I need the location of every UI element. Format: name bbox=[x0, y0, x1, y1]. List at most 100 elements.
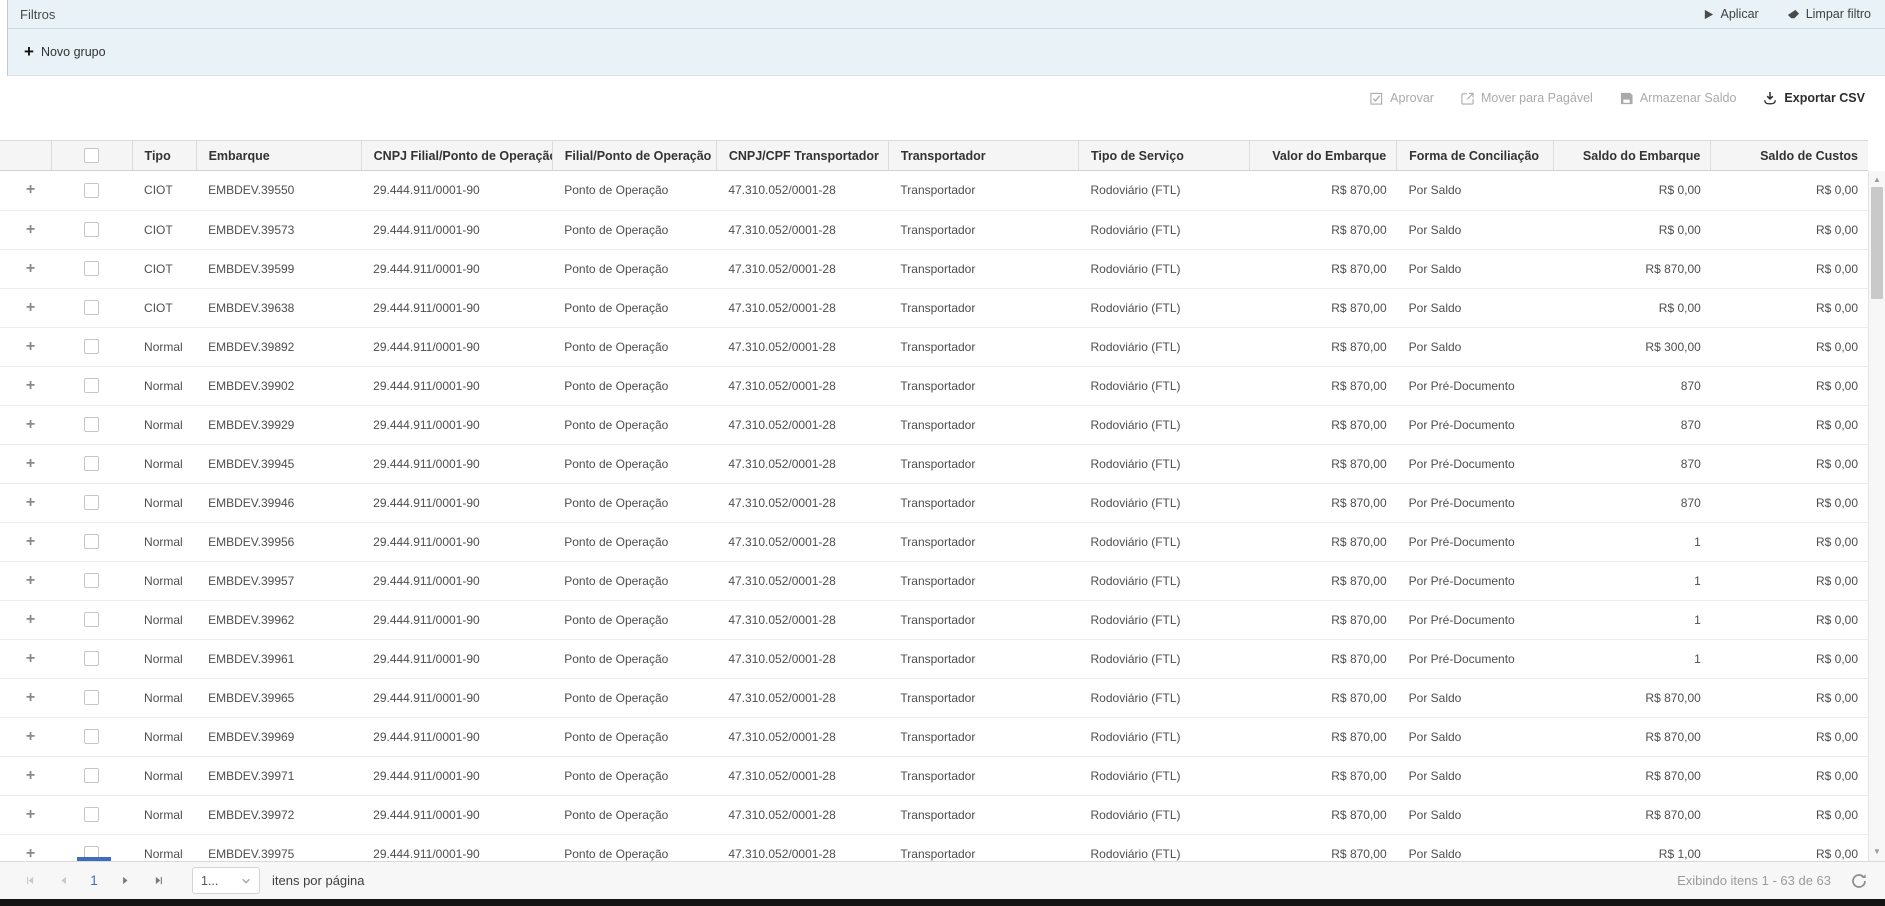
cell-forma-conciliacao: Por Saldo bbox=[1397, 327, 1554, 366]
cell-valor: R$ 870,00 bbox=[1250, 639, 1397, 678]
expand-row-icon[interactable]: + bbox=[26, 807, 35, 823]
column-header-saldo-custos[interactable]: Saldo de Custos bbox=[1711, 141, 1868, 171]
previous-page-button[interactable] bbox=[51, 869, 75, 893]
cell-cnpj-transportador: 47.310.052/0001-28 bbox=[716, 171, 888, 210]
clear-filter-button[interactable]: Limpar filtro bbox=[1787, 7, 1871, 21]
cell-saldo-embarque: R$ 870,00 bbox=[1554, 756, 1711, 795]
approve-button[interactable]: Aprovar bbox=[1370, 91, 1434, 105]
next-page-button[interactable] bbox=[113, 869, 137, 893]
approve-label: Aprovar bbox=[1390, 91, 1434, 105]
column-header-saldo-embarque[interactable]: Saldo do Embarque bbox=[1554, 141, 1711, 171]
expand-row-icon[interactable]: + bbox=[26, 690, 35, 706]
expand-row-icon[interactable]: + bbox=[26, 651, 35, 667]
column-header-tipo[interactable]: Tipo bbox=[132, 141, 196, 171]
cell-saldo-embarque: R$ 0,00 bbox=[1554, 288, 1711, 327]
expand-row-icon[interactable]: + bbox=[26, 846, 35, 862]
apply-filter-label: Aplicar bbox=[1720, 7, 1758, 21]
expand-row-icon[interactable]: + bbox=[26, 573, 35, 589]
move-to-payable-button[interactable]: Mover para Pagável bbox=[1461, 91, 1593, 105]
expand-row-icon[interactable]: + bbox=[26, 495, 35, 511]
column-header-embarque[interactable]: Embarque bbox=[196, 141, 361, 171]
table-row: + Normal EMBDEV.39957 29.444.911/0001-90… bbox=[0, 561, 1868, 600]
cell-filial: Ponto de Operação bbox=[552, 717, 716, 756]
header-checkbox-cell bbox=[51, 141, 132, 171]
row-checkbox[interactable] bbox=[84, 339, 99, 354]
column-header-transportador[interactable]: Transportador bbox=[888, 141, 1078, 171]
cell-embarque: EMBDEV.39972 bbox=[196, 795, 361, 834]
row-checkbox[interactable] bbox=[84, 573, 99, 588]
row-checkbox[interactable] bbox=[84, 495, 99, 510]
cell-saldo-custos: R$ 0,00 bbox=[1711, 678, 1868, 717]
new-group-button[interactable]: + Novo grupo bbox=[24, 45, 106, 60]
move-to-payable-label: Mover para Pagável bbox=[1481, 91, 1593, 105]
cell-saldo-embarque: 870 bbox=[1554, 483, 1711, 522]
cell-tipo: Normal bbox=[132, 756, 196, 795]
cell-filial: Ponto de Operação bbox=[552, 171, 716, 210]
column-header-forma-conciliacao[interactable]: Forma de Conciliação bbox=[1397, 141, 1554, 171]
row-checkbox[interactable] bbox=[84, 261, 99, 276]
cell-tipo: CIOT bbox=[132, 288, 196, 327]
grid-body: + CIOT EMBDEV.39550 29.444.911/0001-90 P… bbox=[0, 171, 1885, 861]
row-checkbox[interactable] bbox=[84, 222, 99, 237]
cell-transportador: Transportador bbox=[888, 444, 1078, 483]
row-checkbox[interactable] bbox=[84, 612, 99, 627]
cell-filial: Ponto de Operação bbox=[552, 444, 716, 483]
table-row: + Normal EMBDEV.39929 29.444.911/0001-90… bbox=[0, 405, 1868, 444]
expand-row-icon[interactable]: + bbox=[26, 339, 35, 355]
expand-row-icon[interactable]: + bbox=[26, 300, 35, 316]
apply-filter-button[interactable]: Aplicar bbox=[1703, 7, 1758, 21]
row-checkbox[interactable] bbox=[84, 534, 99, 549]
page-size-select[interactable]: 1... bbox=[192, 867, 260, 894]
cell-forma-conciliacao: Por Saldo bbox=[1397, 171, 1554, 210]
expand-row-icon[interactable]: + bbox=[26, 417, 35, 433]
refresh-icon[interactable] bbox=[1851, 873, 1867, 889]
expand-row-icon[interactable]: + bbox=[26, 534, 35, 550]
expand-row-icon[interactable]: + bbox=[26, 222, 35, 238]
vertical-scrollbar[interactable]: ▲ ▼ bbox=[1868, 171, 1885, 861]
column-header-cnpj-filial[interactable]: CNPJ Filial/Ponto de Operação bbox=[361, 141, 552, 171]
cell-cnpj-transportador: 47.310.052/0001-28 bbox=[716, 444, 888, 483]
cell-saldo-embarque: R$ 870,00 bbox=[1554, 795, 1711, 834]
expand-row-icon[interactable]: + bbox=[26, 182, 35, 198]
last-page-button[interactable] bbox=[147, 869, 171, 893]
page-number-current[interactable]: 1 bbox=[80, 873, 108, 888]
cell-tipo: CIOT bbox=[132, 249, 196, 288]
cell-forma-conciliacao: Por Pré-Documento bbox=[1397, 522, 1554, 561]
column-header-filial[interactable]: Filial/Ponto de Operação bbox=[552, 141, 716, 171]
first-page-button[interactable] bbox=[17, 869, 41, 893]
row-checkbox[interactable] bbox=[84, 456, 99, 471]
scroll-up-icon[interactable]: ▲ bbox=[1869, 174, 1885, 186]
cell-saldo-custos: R$ 0,00 bbox=[1711, 366, 1868, 405]
cell-cnpj-filial: 29.444.911/0001-90 bbox=[361, 210, 552, 249]
cell-filial: Ponto de Operação bbox=[552, 522, 716, 561]
column-header-cnpj-transportador[interactable]: CNPJ/CPF Transportador bbox=[716, 141, 888, 171]
filters-header: Filtros Aplicar Limpar filtro bbox=[8, 0, 1885, 29]
row-checkbox[interactable] bbox=[84, 183, 99, 198]
expand-row-icon[interactable]: + bbox=[26, 612, 35, 628]
cell-forma-conciliacao: Por Saldo bbox=[1397, 756, 1554, 795]
row-checkbox[interactable] bbox=[84, 651, 99, 666]
expand-row-icon[interactable]: + bbox=[26, 261, 35, 277]
store-balance-button[interactable]: Armazenar Saldo bbox=[1620, 91, 1737, 105]
export-csv-label: Exportar CSV bbox=[1784, 91, 1865, 105]
row-checkbox[interactable] bbox=[84, 417, 99, 432]
row-checkbox[interactable] bbox=[84, 378, 99, 393]
column-header-valor[interactable]: Valor do Embarque bbox=[1250, 141, 1397, 171]
expand-row-icon[interactable]: + bbox=[26, 768, 35, 784]
table-row: + Normal EMBDEV.39945 29.444.911/0001-90… bbox=[0, 444, 1868, 483]
row-checkbox[interactable] bbox=[84, 690, 99, 705]
cell-forma-conciliacao: Por Pré-Documento bbox=[1397, 405, 1554, 444]
expand-row-icon[interactable]: + bbox=[26, 729, 35, 745]
column-header-tipo-servico[interactable]: Tipo de Serviço bbox=[1079, 141, 1250, 171]
cell-transportador: Transportador bbox=[888, 483, 1078, 522]
scrollbar-thumb[interactable] bbox=[1871, 187, 1883, 299]
row-checkbox[interactable] bbox=[84, 300, 99, 315]
row-checkbox[interactable] bbox=[84, 768, 99, 783]
export-csv-button[interactable]: Exportar CSV bbox=[1763, 91, 1865, 105]
expand-row-icon[interactable]: + bbox=[26, 378, 35, 394]
expand-row-icon[interactable]: + bbox=[26, 456, 35, 472]
select-all-checkbox[interactable] bbox=[84, 148, 99, 163]
row-checkbox[interactable] bbox=[84, 807, 99, 822]
scroll-down-icon[interactable]: ▼ bbox=[1869, 846, 1885, 858]
row-checkbox[interactable] bbox=[84, 729, 99, 744]
